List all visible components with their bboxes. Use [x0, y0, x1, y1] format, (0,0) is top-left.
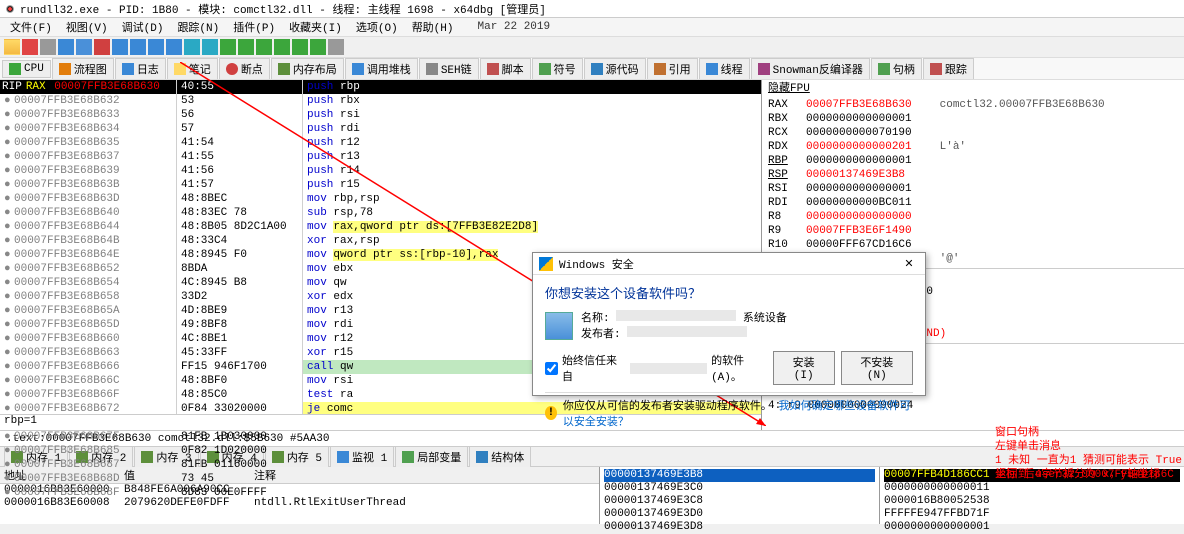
shield-icon — [539, 257, 553, 271]
ref-icon — [654, 63, 666, 75]
tab-handles[interactable]: 句柄 — [871, 58, 922, 80]
menu-bar: 文件(F) 视图(V) 调试(D) 跟踪(N) 插件(P) 收藏夹(I) 选项(… — [0, 18, 1184, 36]
labels-icon[interactable] — [274, 39, 290, 55]
tab-bp[interactable]: 断点 — [219, 58, 270, 80]
app-icon — [4, 3, 16, 15]
dialog-question: 你想安装这个设备软件吗？ — [545, 283, 913, 302]
trace-icon — [930, 63, 942, 75]
menu-plugins[interactable]: 插件(P) — [227, 19, 281, 35]
tab-source[interactable]: 源代码 — [584, 58, 646, 80]
log-icon — [122, 63, 134, 75]
view-tabs: CPU 流程图 日志 笔记 断点 内存布局 调用堆栈 SEH链 脚本 符号 源代… — [0, 58, 1184, 80]
snow-icon — [758, 63, 770, 75]
tab-notes[interactable]: 笔记 — [167, 58, 218, 80]
trace-into-icon[interactable] — [184, 39, 200, 55]
seh-icon — [426, 63, 438, 75]
watch-icon — [337, 451, 349, 463]
install-button[interactable]: 安装(I) — [773, 351, 835, 385]
tab-callstack[interactable]: 调用堆栈 — [345, 58, 418, 80]
dialog-close-button[interactable]: ✕ — [899, 257, 919, 271]
tab-locals[interactable]: 局部变量 — [395, 446, 468, 468]
dialog-titlebar[interactable]: Windows 安全 ✕ — [533, 253, 925, 275]
warning-icon: ! — [545, 406, 557, 420]
close-icon[interactable] — [40, 39, 56, 55]
handle-icon — [878, 63, 890, 75]
tab-trace[interactable]: 跟踪 — [923, 58, 974, 80]
tab-flow[interactable]: 流程图 — [52, 58, 114, 80]
settings-icon[interactable] — [328, 39, 344, 55]
tab-snowman[interactable]: Snowman反编译器 — [751, 58, 870, 80]
menu-view[interactable]: 视图(V) — [60, 19, 114, 35]
flow-icon — [59, 63, 71, 75]
menu-options[interactable]: 选项(O) — [350, 19, 404, 35]
tab-threads[interactable]: 线程 — [699, 58, 750, 80]
device-icon — [545, 312, 573, 340]
blurred-publisher — [627, 326, 747, 337]
hide-fpu-link[interactable]: 隐藏FPU — [768, 82, 1178, 96]
pause-icon[interactable] — [76, 39, 92, 55]
title-bar: rundll32.exe - PID: 1B80 - 模块: comctl32.… — [0, 0, 1184, 18]
build-date: Mar 22 2019 — [472, 21, 557, 33]
functions-icon[interactable] — [310, 39, 326, 55]
dialog-title: Windows 安全 — [559, 256, 634, 272]
tab-log[interactable]: 日志 — [115, 58, 166, 80]
tab-symbols[interactable]: 符号 — [532, 58, 583, 80]
run-to-icon[interactable] — [220, 39, 236, 55]
note-icon — [174, 63, 186, 75]
thread-icon — [706, 63, 718, 75]
run-icon[interactable] — [58, 39, 74, 55]
bookmarks-icon[interactable] — [292, 39, 308, 55]
annotation-overlay: 窗口句柄 左键单击消息 1 未知 一直为1 猜测可能表示 True 坐标 后4字… — [995, 426, 1182, 482]
menu-help[interactable]: 帮助(H) — [406, 19, 460, 35]
restart-icon[interactable] — [22, 39, 38, 55]
stack-middle[interactable]: 00000137469E3B800000137469E3C00000013746… — [600, 467, 880, 524]
cpu-icon — [9, 63, 21, 75]
registers-view[interactable]: 隐藏FPU RAX00007FFB3E68B630comctl32.00007F… — [762, 80, 1184, 268]
security-dialog: Windows 安全 ✕ 你想安装这个设备软件吗？ 名称: 系统设备 发布者: … — [532, 252, 926, 396]
blurred-trust — [630, 363, 707, 374]
open-icon[interactable] — [4, 39, 20, 55]
menu-fav[interactable]: 收藏夹(I) — [283, 19, 348, 35]
step-out-icon[interactable] — [148, 39, 164, 55]
step-into-icon[interactable] — [112, 39, 128, 55]
address-column: RIPRAX 00007FFB3E68B630●00007FFB3E68B632… — [0, 80, 176, 430]
src-icon — [591, 63, 603, 75]
tab-script[interactable]: 脚本 — [480, 58, 531, 80]
device-info: 名称: 系统设备 发布者: — [581, 310, 787, 342]
tab-seh[interactable]: SEH链 — [419, 58, 479, 80]
patches-icon[interactable] — [238, 39, 254, 55]
comments-icon[interactable] — [256, 39, 272, 55]
script-icon — [487, 63, 499, 75]
blurred-name — [616, 310, 736, 321]
tab-cpu[interactable]: CPU — [2, 60, 51, 78]
tab-refs[interactable]: 引用 — [647, 58, 698, 80]
tab-struct[interactable]: 结构体 — [469, 446, 531, 468]
bp-icon — [226, 63, 238, 75]
mem-icon — [278, 63, 290, 75]
no-install-button[interactable]: 不安装(N) — [841, 351, 913, 385]
bytes-column: 40:5553565741:5441:5541:5641:5748:8BEC48… — [176, 80, 302, 430]
sym-icon — [539, 63, 551, 75]
stop-icon[interactable] — [94, 39, 110, 55]
window-title: rundll32.exe - PID: 1B80 - 模块: comctl32.… — [20, 1, 546, 17]
dialog-warning: ! 你应仅从可信的发布者安装驱动程序软件。 我如何确定哪些设备软件可以安全安装？ — [545, 392, 913, 429]
menu-debug[interactable]: 调试(D) — [116, 19, 170, 35]
trust-checkbox[interactable] — [545, 362, 558, 375]
menu-trace[interactable]: 跟踪(N) — [171, 19, 225, 35]
toolbar — [0, 36, 1184, 58]
tab-watch1[interactable]: 监视 1 — [330, 446, 394, 468]
locals-icon — [402, 451, 414, 463]
step-over-icon[interactable] — [130, 39, 146, 55]
trust-checkbox-row: 始终信任来自 的软件(A)。 — [545, 352, 773, 384]
step-icon[interactable] — [166, 39, 182, 55]
tab-memmap[interactable]: 内存布局 — [271, 58, 344, 80]
menu-file[interactable]: 文件(F) — [4, 19, 58, 35]
trace-over-icon[interactable] — [202, 39, 218, 55]
call-icon — [352, 63, 364, 75]
struct-icon — [476, 451, 488, 463]
